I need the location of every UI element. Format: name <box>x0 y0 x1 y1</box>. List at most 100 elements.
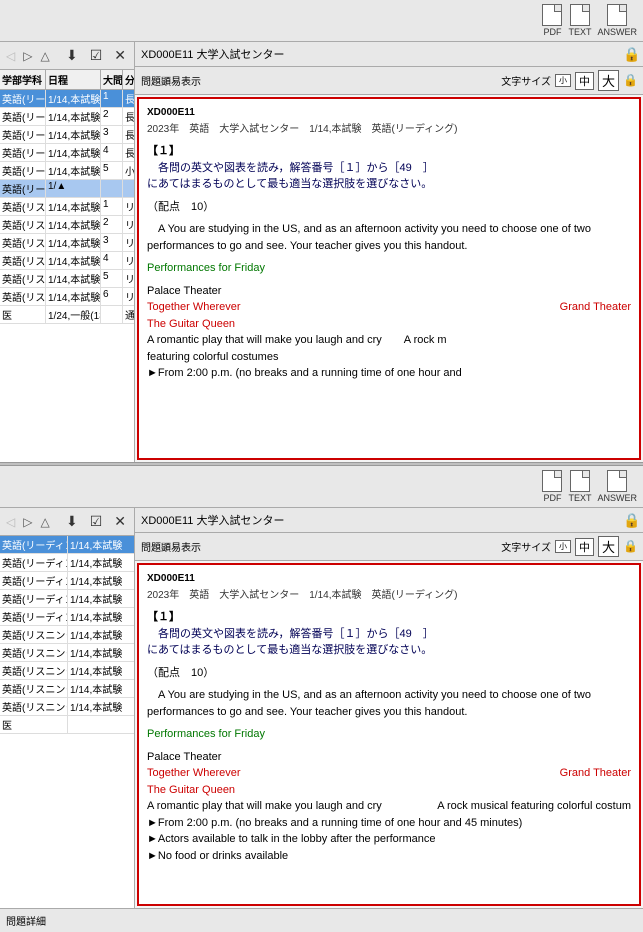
cell-bun: 通↑ <box>123 306 134 323</box>
cell-subject: 英語(リーディン <box>0 536 68 553</box>
pdf-icon-top[interactable]: PDF <box>542 4 562 37</box>
cell-subject: 英語(リーディング) <box>0 162 46 179</box>
cell-bun: 長 <box>123 108 134 125</box>
table-row[interactable]: 英語(リーディング) 1/▲ → <box>0 180 134 198</box>
download-btn-2[interactable]: ⬇ <box>62 511 82 532</box>
font-size-label-1: 文字サイズ <box>501 73 551 88</box>
table-row[interactable]: 英語(リスニン↑ 1/14,本試験 <box>0 626 134 644</box>
points-section-2: （配点 10） <box>147 665 631 682</box>
cell-mondai <box>101 180 123 197</box>
cell-subject: 英語(リーディング) <box>0 126 46 143</box>
show-guitar-1: The Guitar Queen <box>147 316 631 333</box>
venue-1: Palace Theater <box>147 283 631 300</box>
content-area-2[interactable]: XD000E11 2023年 英語 大学入試センター 1/14,本試験 英語(リ… <box>137 563 641 906</box>
cell-subject: 英語(リーディン <box>0 590 68 607</box>
cell-bun: リス <box>123 216 134 233</box>
answer-icon-top[interactable]: ANSWER <box>597 4 637 37</box>
points-1: （配点 10） <box>147 199 631 216</box>
table-row[interactable]: 英語(リスニン↑ 1/14,本試験 <box>0 680 134 698</box>
content-id-2: XD000E11 <box>147 571 631 586</box>
close-btn-1[interactable]: ✕ <box>110 45 130 66</box>
cell-subject: 英語(リスニング) <box>0 252 46 269</box>
font-large-btn-1[interactable]: 大 <box>598 70 619 91</box>
cell-date: 1/14,本試験 <box>46 90 101 107</box>
close-btn-2[interactable]: ✕ <box>110 511 130 532</box>
cell-bun: 長 <box>123 90 134 107</box>
table-row[interactable]: 英語(リーディン 1/14,本試験 <box>0 608 134 626</box>
text-icon-2[interactable]: TEXT <box>568 470 591 503</box>
answer-icon-2[interactable]: ANSWER <box>597 470 637 503</box>
table-row[interactable]: 英語(リーディング) 1/14,本試験 3 長 <box>0 126 134 144</box>
table-row[interactable]: 英語(リスニング) 1/14,本試験 3 リス <box>0 234 134 252</box>
cell-date: 1/14,本試験 <box>68 680 134 697</box>
cell-date: 1/14,本試験 <box>68 698 134 715</box>
cell-subject: 英語(リーディング) <box>0 144 46 161</box>
table-row[interactable]: 英語(リーディン 1/14,本試験 <box>0 572 134 590</box>
cell-mondai: 2 <box>101 108 123 125</box>
col-header-bun: 分↑ <box>123 70 135 89</box>
download-btn-1[interactable]: ⬇ <box>62 45 82 66</box>
table-row[interactable]: 英語(リーディン 1/14,本試験 <box>0 554 134 572</box>
nav-up-2[interactable]: △ <box>38 513 51 531</box>
checkbox-btn-2[interactable]: ☑ <box>86 511 107 532</box>
nav-back-1[interactable]: ◁ <box>4 47 17 65</box>
nav-up-1[interactable]: △ <box>38 47 51 65</box>
table-row[interactable]: 英語(リスニン↑ 1/14,本試験 <box>0 644 134 662</box>
lock-icon-2: 🔒 <box>623 512 637 528</box>
cell-date: 1/14,本試験 <box>68 554 134 571</box>
venue-section-1: Palace Theater Together Wherever Grand T… <box>147 283 631 382</box>
cell-date: 1/14,本試験 <box>46 234 101 251</box>
cell-date: 1/14,本試験 <box>68 608 134 625</box>
content-section-2: 【１】 各問の英文や図表を読み，解答番号［１］から［49 ］ にあてはまるものと… <box>147 609 631 659</box>
left-panel-1: ◁ ▷ △ ⬇ ☑ ✕ 学部学科 日程 大問 分↑ 英語(リーディング) 1/1… <box>0 42 135 462</box>
section-label-1: 【１】 <box>147 143 631 160</box>
pdf-icon-2[interactable]: PDF <box>542 470 562 503</box>
lock-icon-bar-1: 🔒 <box>623 73 637 89</box>
instruction-2: 各問の英文や図表を読み，解答番号［１］から［49 ］ にあてはまるものとして最も… <box>147 626 631 659</box>
font-medium-btn-2[interactable]: 中 <box>575 538 594 556</box>
cell-date: 1/▲ → <box>46 180 101 197</box>
nav-forward-2[interactable]: ▷ <box>21 513 34 531</box>
lock-icon-1: 🔒 <box>623 46 637 62</box>
passage-intro-1: A You are studying in the US, and as an … <box>147 221 631 254</box>
show-guitar-2: The Guitar Queen <box>147 782 631 799</box>
section-label-2: 【１】 <box>147 609 631 626</box>
table-row[interactable]: 英語(リーディング) 1/14,本試験 5 小 <box>0 162 134 180</box>
table-row[interactable]: 英語(リスニング) 1/14,本試験 4 リス <box>0 252 134 270</box>
table-row[interactable]: 英語(リスニング) 1/14,本試験 5 リス <box>0 270 134 288</box>
table-row[interactable]: 医 <box>0 716 134 734</box>
font-small-btn-2[interactable]: 小 <box>555 540 571 553</box>
mondai-label-1: 問題顕易表示 <box>141 73 201 88</box>
cell-date: 1/14,本試験 <box>46 198 101 215</box>
show-left-1: Together Wherever <box>147 299 241 316</box>
cell-bun: リス <box>123 198 134 215</box>
checkbox-btn-1[interactable]: ☑ <box>86 45 107 66</box>
font-large-btn-2[interactable]: 大 <box>598 536 619 557</box>
table-row[interactable]: 英語(リスニング) 1/14,本試験 2 リス <box>0 216 134 234</box>
passage-section-2: A You are studying in the US, and as an … <box>147 687 631 720</box>
table-row[interactable]: 英語(リーディング) 1/14,本試験 4 長 <box>0 144 134 162</box>
mondai-bar-1: 問題顕易表示 文字サイズ 小 中 大 🔒 <box>135 67 643 95</box>
desc1-left-2: A romantic play that will make you laugh… <box>147 798 631 815</box>
content-area-1[interactable]: XD000E11 2023年 英語 大学入試センター 1/14,本試験 英語(リ… <box>137 97 641 460</box>
table-row[interactable]: 英語(リーディング) 1/14,本試験 1 長 <box>0 90 134 108</box>
font-medium-btn-1[interactable]: 中 <box>575 72 594 90</box>
nav-forward-1[interactable]: ▷ <box>21 47 34 65</box>
text-icon-top[interactable]: TEXT <box>568 4 591 37</box>
table-row[interactable]: 英語(リスニング) 1/14,本試験 6 リス <box>0 288 134 306</box>
table-row[interactable]: 英語(リスニン↑ 1/14,本試験 <box>0 698 134 716</box>
table-row[interactable]: 英語(リーディング) 1/14,本試験 2 長 <box>0 108 134 126</box>
shows-2: Together Wherever Grand Theater The Guit… <box>147 765 631 798</box>
cell-subject: 英語(リスニン↑ <box>0 644 68 661</box>
nav-back-2[interactable]: ◁ <box>4 513 17 531</box>
cell-date: 1/24,一般(1年) <box>46 306 101 323</box>
cell-bun: リス <box>123 234 134 251</box>
table-row[interactable]: 英語(リーディン 1/14,本試験 <box>0 590 134 608</box>
table-row[interactable]: 英語(リスニン↑ 1/14,本試験 <box>0 662 134 680</box>
table-row[interactable]: 英語(リスニング) 1/14,本試験 1 リス <box>0 198 134 216</box>
table-row[interactable]: 医 1/24,一般(1年) 通↑ <box>0 306 134 324</box>
passage-section-1: A You are studying in the US, and as an … <box>147 221 631 254</box>
font-small-btn-1[interactable]: 小 <box>555 74 571 87</box>
top-file-icons-bar-2: PDF TEXT ANSWER <box>0 466 643 508</box>
table-row[interactable]: 英語(リーディン 1/14,本試験 <box>0 536 134 554</box>
